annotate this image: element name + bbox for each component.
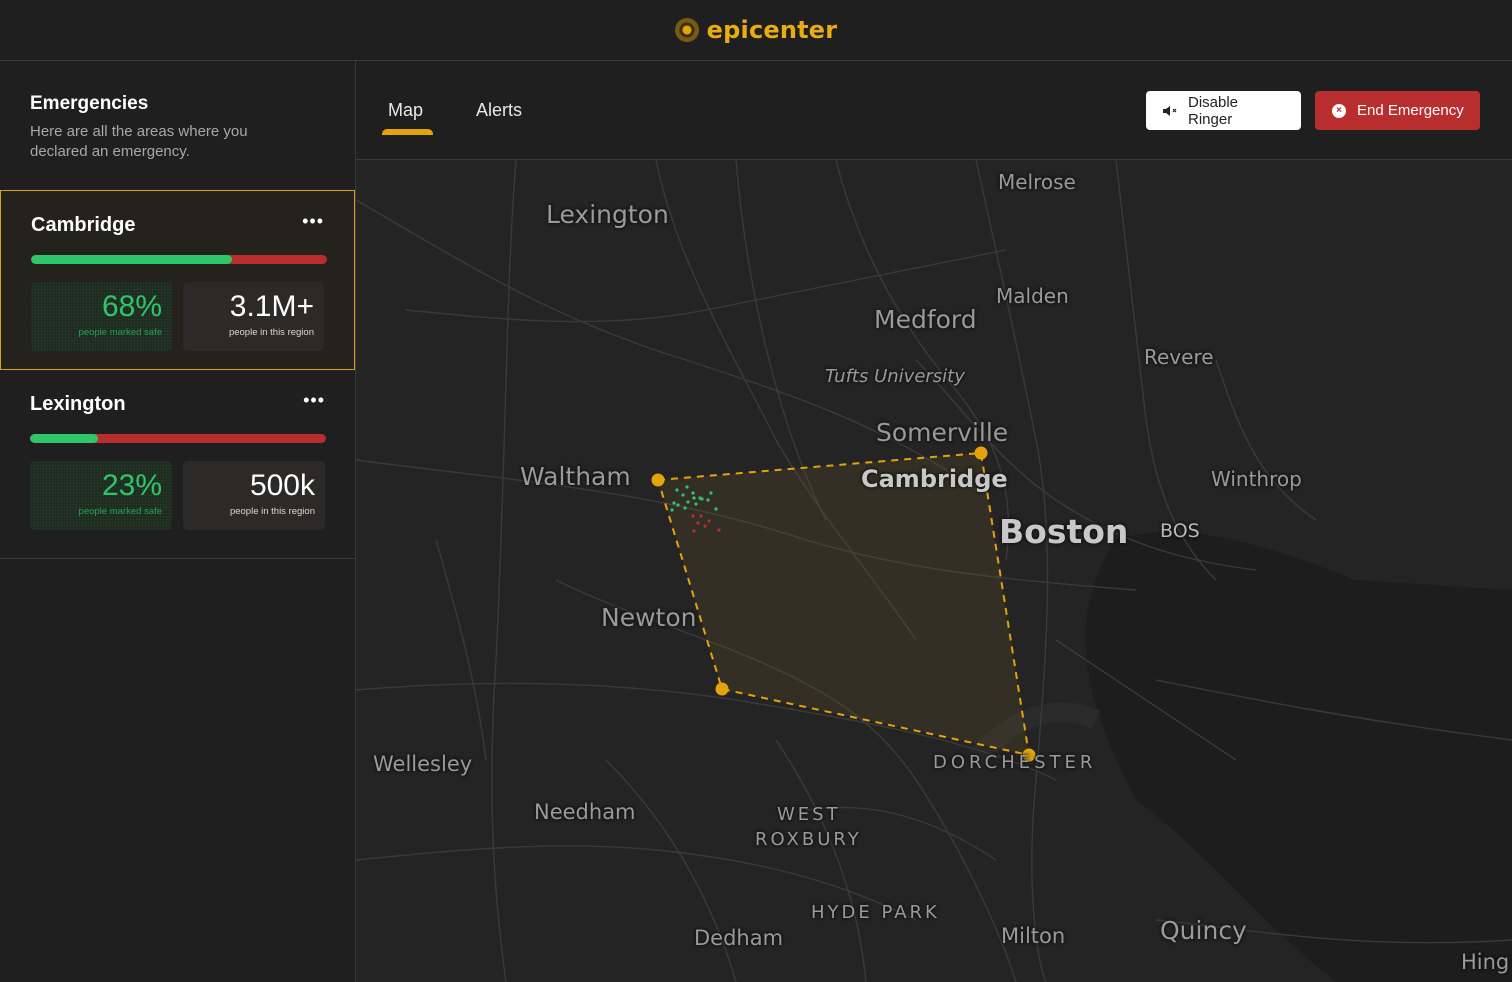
- safe-value: 68%: [101, 290, 162, 323]
- unsafe-person-marker: [692, 529, 696, 533]
- unsafe-person-marker: [696, 521, 700, 525]
- zone-vertex-handle[interactable]: [715, 682, 729, 696]
- safe-person-marker: [700, 497, 704, 501]
- map-label: Hing: [1461, 950, 1510, 974]
- map-label: Newton: [601, 603, 697, 632]
- ellipsis-icon[interactable]: •••: [303, 391, 325, 413]
- population-stat: 500k people in this region: [183, 461, 325, 530]
- map-label: Revere: [1144, 345, 1214, 369]
- speaker-mute-icon: [1162, 103, 1178, 119]
- unsafe-person-marker: [707, 519, 711, 523]
- disable-ringer-button[interactable]: Disable Ringer: [1146, 91, 1301, 130]
- map-roads: [356, 160, 1512, 982]
- emergency-name: Lexington: [30, 392, 126, 415]
- safe-person-marker: [694, 502, 698, 506]
- map-label: Milton: [1001, 924, 1066, 948]
- close-circle-icon: ×: [1331, 103, 1347, 119]
- map-label: WEST: [777, 804, 841, 825]
- safe-person-marker: [709, 491, 713, 495]
- safety-progress-bar: [31, 255, 327, 264]
- safe-label: people marked safe: [78, 506, 162, 517]
- population-label: people in this region: [228, 327, 314, 338]
- safe-person-marker: [683, 506, 687, 510]
- map-label: DORCHESTER: [933, 752, 1097, 773]
- safe-person-marker: [676, 503, 680, 507]
- zone-vertex-handle[interactable]: [651, 473, 665, 487]
- top-bar: epicenter: [0, 0, 1512, 61]
- safe-person-marker: [692, 496, 696, 500]
- map-label: Lexington: [546, 200, 669, 229]
- emergency-card-lexington[interactable]: Lexington ••• 23% people marked safe 500…: [0, 370, 355, 559]
- population-value: 500k: [249, 469, 315, 502]
- safety-progress-bar: [30, 434, 326, 443]
- safe-person-marker: [681, 493, 685, 497]
- sidebar-header: Emergencies Here are all the areas where…: [0, 61, 355, 190]
- unsafe-person-marker: [699, 514, 703, 518]
- sidebar-title: Emergencies: [30, 93, 149, 114]
- disable-ringer-label: Disable Ringer: [1188, 93, 1239, 128]
- safe-person-marker: [686, 500, 690, 504]
- emergency-card-cambridge[interactable]: Cambridge ••• 68% people marked safe 3.1…: [0, 190, 355, 370]
- water-area: [1085, 532, 1512, 982]
- tab-alerts[interactable]: Alerts: [476, 100, 522, 121]
- safe-stat: 23% people marked safe: [30, 461, 172, 530]
- map-label: Boston: [999, 512, 1129, 551]
- map-label: Tufts University: [825, 366, 965, 387]
- map-label: Cambridge: [861, 465, 1008, 493]
- map-label: Winthrop: [1211, 467, 1302, 491]
- map-label: Quincy: [1160, 916, 1247, 945]
- map-label: HYDE PARK: [811, 902, 940, 923]
- map-label: Dedham: [694, 926, 784, 950]
- end-emergency-label: End Emergency: [1357, 102, 1464, 119]
- emergency-name: Cambridge: [31, 213, 136, 236]
- main-header: Map Alerts Disable Ringer × End Emergenc…: [356, 61, 1512, 160]
- map-label: Somerville: [876, 418, 1009, 447]
- ellipsis-icon[interactable]: •••: [302, 212, 324, 234]
- sidebar-subtitle: Here are all the areas where you declare…: [30, 123, 248, 160]
- map-label: Needham: [534, 800, 636, 824]
- sidebar: Emergencies Here are all the areas where…: [0, 61, 356, 982]
- map-label: Melrose: [998, 170, 1076, 194]
- safe-person-marker: [672, 501, 676, 505]
- end-emergency-button[interactable]: × End Emergency: [1315, 91, 1480, 130]
- map-label: Waltham: [520, 462, 631, 491]
- safe-person-marker: [685, 485, 689, 489]
- app-name: epicenter: [706, 16, 838, 44]
- safe-fill: [31, 255, 233, 264]
- safe-person-marker: [675, 488, 679, 492]
- zone-vertex-handle[interactable]: [974, 446, 988, 460]
- app-logo[interactable]: epicenter: [674, 16, 838, 44]
- tab-map[interactable]: Map: [388, 100, 423, 121]
- safe-label: people marked safe: [78, 327, 162, 338]
- population-stat: 3.1M+ people in this region: [183, 282, 324, 351]
- unsafe-person-marker: [717, 528, 721, 532]
- safe-person-marker: [670, 508, 674, 512]
- population-label: people in this region: [229, 506, 315, 517]
- unsafe-person-marker: [691, 514, 695, 518]
- map-label: Malden: [996, 284, 1069, 308]
- safe-value: 23%: [101, 469, 162, 502]
- unsafe-person-marker: [703, 524, 707, 528]
- map-label: Wellesley: [373, 752, 473, 776]
- epicenter-logo-icon: [674, 18, 699, 42]
- safe-person-marker: [706, 498, 710, 502]
- active-tab-indicator: [382, 129, 433, 135]
- safe-stat: 68% people marked safe: [31, 282, 172, 351]
- safe-person-marker: [714, 507, 718, 511]
- map-label: ROXBURY: [755, 829, 862, 850]
- main-panel: Map Alerts Disable Ringer × End Emergenc…: [356, 61, 1512, 982]
- map-view[interactable]: Melrose Lexington Malden Medford Revere …: [356, 160, 1512, 982]
- map-label: BOS: [1160, 520, 1200, 542]
- safe-person-marker: [691, 491, 695, 495]
- map-label: Medford: [874, 305, 977, 334]
- safe-fill: [30, 434, 99, 443]
- population-value: 3.1M+: [229, 290, 314, 323]
- emergency-zone-polygon[interactable]: [656, 451, 1031, 757]
